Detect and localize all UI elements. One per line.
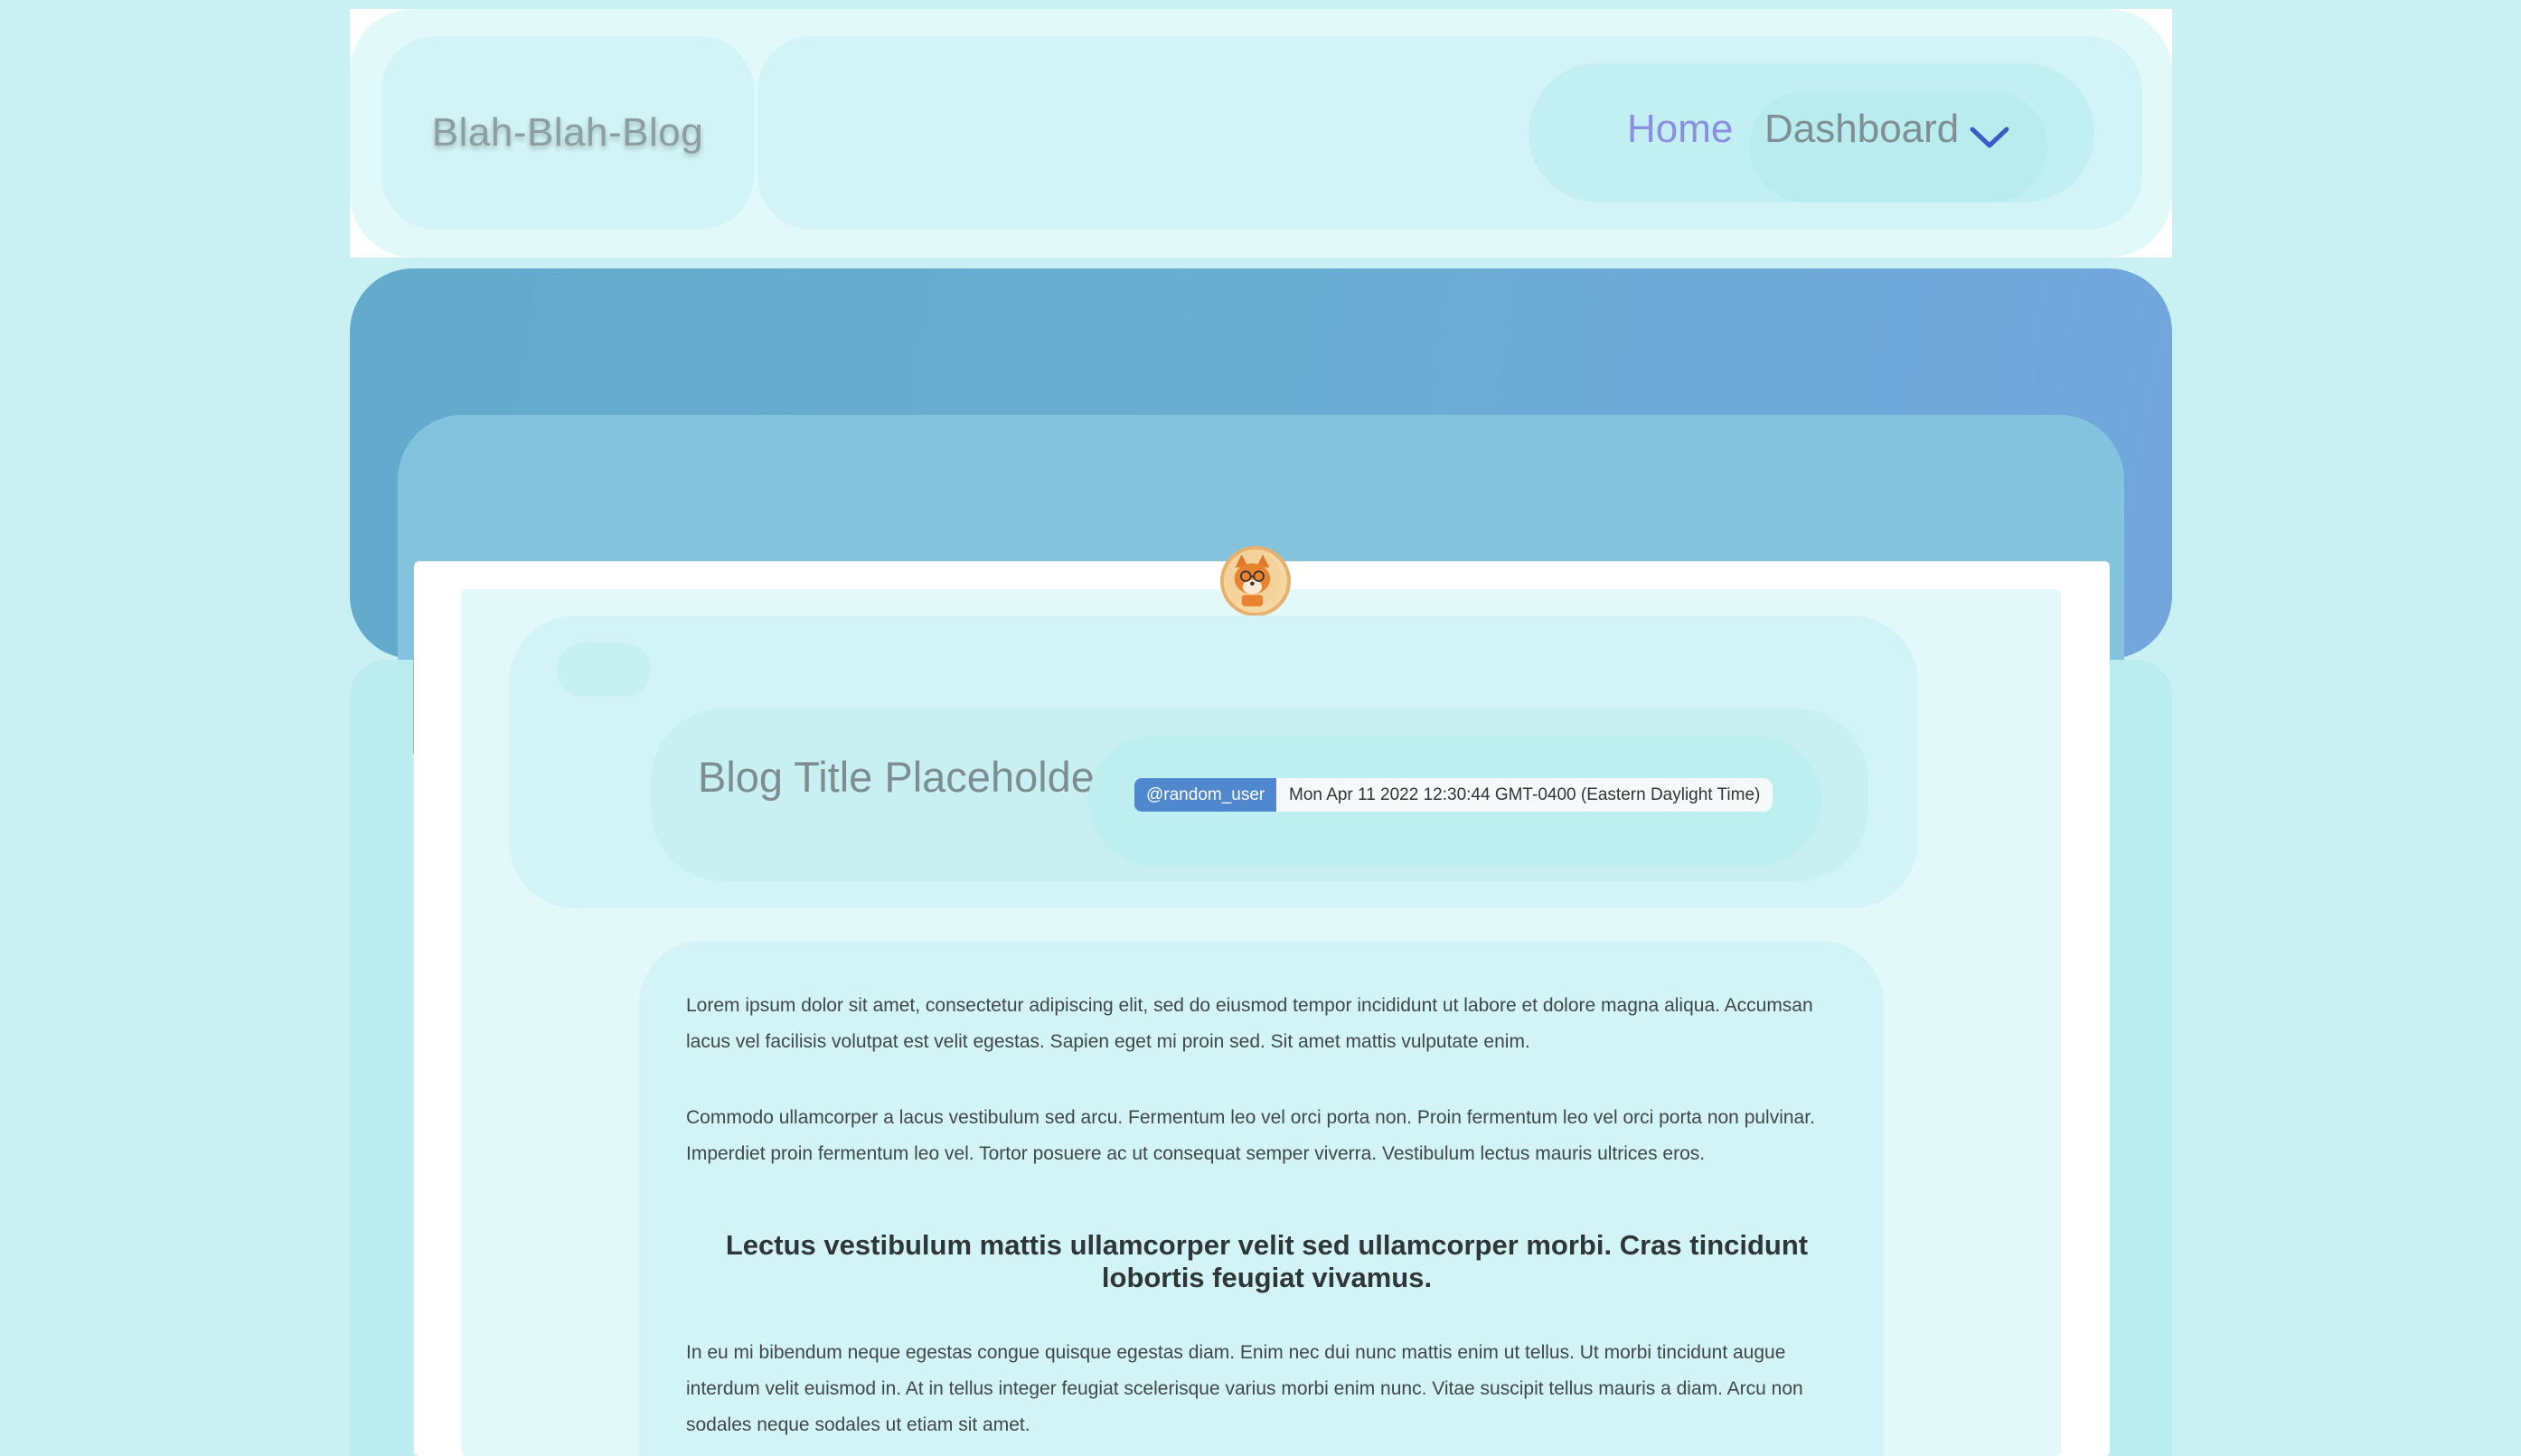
post-paragraph: Commodo ullamcorper a lacus vestibulum s… <box>686 1107 1815 1164</box>
brand-logo-text[interactable]: Blah-Blah-Blog <box>432 110 704 155</box>
nav-home-link[interactable]: Home <box>1627 107 1733 152</box>
left-side-panel <box>350 660 413 1456</box>
chevron-down-icon[interactable] <box>1967 118 2012 155</box>
post-subheading: Lectus vestibulum mattis ullamcorper vel… <box>725 1229 1809 1293</box>
post-paragraph: Lorem ipsum dolor sit amet, consectetur … <box>686 995 1813 1052</box>
post-date-badge: Mon Apr 11 2022 12:30:44 GMT-0400 (Easte… <box>1276 778 1773 812</box>
brand-container[interactable]: Blah-Blah-Blog <box>381 36 754 230</box>
author-badge[interactable]: @random_user <box>1134 778 1277 812</box>
fox-avatar-icon <box>1224 550 1281 606</box>
tag-placeholder <box>557 643 651 697</box>
post-title: Blog Title Placeholder.. <box>698 753 1131 801</box>
author-avatar[interactable] <box>1220 546 1291 616</box>
right-side-panel <box>2109 660 2172 1456</box>
dashboard-dropdown-label[interactable]: Dashboard <box>1764 107 1959 152</box>
post-paragraph: In eu mi bibendum neque egestas congue q… <box>686 1342 1803 1435</box>
